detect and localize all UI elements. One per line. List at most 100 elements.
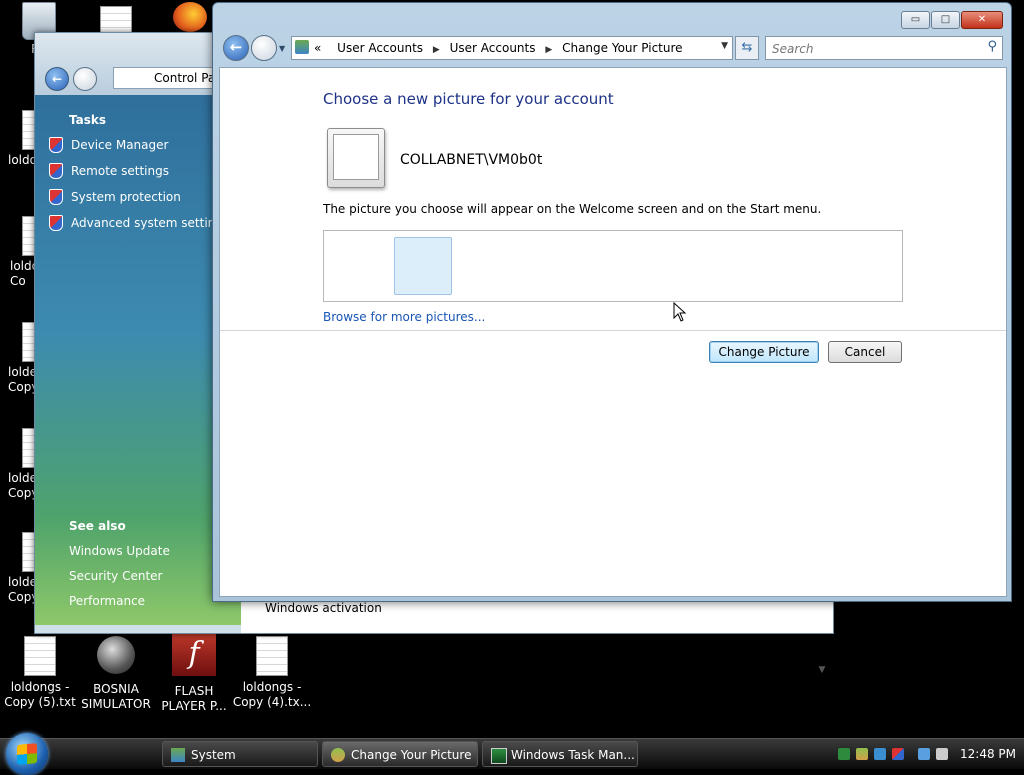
mouse-cursor-icon — [673, 302, 687, 322]
avatar-frame — [333, 134, 379, 180]
page-title: Choose a new picture for your account — [323, 90, 614, 108]
user-accounts-tray-icon[interactable] — [856, 748, 868, 760]
description-text: The picture you choose will appear on th… — [323, 202, 822, 216]
desktop-icon-stub[interactable]: loldo Co — [0, 216, 34, 289]
address-bar[interactable]: « User Accounts ▶ User Accounts ▶ Change… — [291, 36, 733, 60]
recent-pages-dropdown-icon[interactable]: ▼ — [279, 44, 285, 53]
desktop-icon-label: lolde Copy — [8, 575, 34, 604]
display-tray-icon[interactable] — [918, 748, 930, 760]
picture-gallery — [323, 230, 903, 302]
taskbar-button-task-manager[interactable]: Windows Task Man... — [482, 741, 638, 767]
user-accounts-icon — [295, 40, 309, 54]
see-also-windows-update[interactable]: Windows Update — [69, 544, 170, 558]
task-system-protection[interactable]: System protection — [49, 189, 181, 205]
username: COLLABNET\VM0b0t — [400, 152, 543, 168]
window-controls: ▭ □ ✕ — [901, 11, 1003, 29]
text-file-icon — [256, 636, 288, 676]
text-file-icon — [22, 322, 34, 362]
tasks-header: Tasks — [69, 113, 107, 127]
desktop-icon-stub[interactable]: lolde Copy — [0, 428, 34, 501]
windows-activation-heading: Windows activation — [265, 601, 382, 615]
main-content: Choose a new picture for your account CO… — [219, 67, 1007, 597]
desktop-icon-stub[interactable]: loldo — [0, 110, 34, 168]
taskbar-button-system[interactable]: System — [162, 741, 318, 767]
shield-icon — [49, 215, 63, 231]
taskbar-button-label: System — [191, 748, 236, 762]
divider — [220, 330, 1006, 331]
desktop-icon-label: BOSNIA SIMULATOR — [81, 682, 151, 711]
close-button[interactable]: ✕ — [961, 11, 1003, 29]
change-picture-window: ▭ □ ✕ ← ▼ « User Accounts ▶ User Account… — [212, 2, 1012, 602]
desktop-icon-loldongs-4[interactable]: loldongs - Copy (4).tx... — [232, 636, 312, 710]
chevron-right-icon[interactable]: ▶ — [545, 45, 552, 55]
search-box: ⚲ — [765, 36, 1003, 60]
see-also-performance[interactable]: Performance — [69, 594, 145, 608]
chevron-right-icon[interactable]: ▶ — [433, 45, 440, 55]
firefox-icon — [173, 2, 207, 32]
search-input[interactable] — [770, 39, 974, 59]
maximize-button[interactable]: □ — [931, 11, 960, 29]
breadcrumb-user-accounts[interactable]: User Accounts — [337, 41, 423, 55]
desktop-icon-stub[interactable]: lolde Copy — [0, 322, 34, 395]
change-picture-button[interactable]: Change Picture — [709, 341, 819, 363]
shield-icon — [49, 137, 63, 153]
breadcrumb-user-accounts-2[interactable]: User Accounts — [450, 41, 536, 55]
task-remote-settings[interactable]: Remote settings — [49, 163, 169, 179]
chevron-down-icon[interactable]: ▼ — [721, 41, 728, 51]
green-app-tray-icon[interactable] — [838, 748, 850, 760]
task-label: Device Manager — [71, 138, 169, 152]
address-text: Control Par — [154, 71, 221, 85]
bosnia-simulator-icon — [97, 636, 135, 674]
text-file-icon — [22, 110, 34, 150]
picture-tile[interactable] — [394, 237, 452, 295]
breadcrumb: « User Accounts ▶ User Accounts ▶ Change… — [314, 41, 683, 55]
taskbar-button-label: Windows Task Man... — [511, 748, 635, 762]
see-also-security-center[interactable]: Security Center — [69, 569, 162, 583]
system-tray: 12:48 PM — [838, 741, 1024, 767]
minimize-button[interactable]: ▭ — [901, 11, 930, 29]
desktop-icon-stub[interactable]: lolde Copy — [0, 532, 34, 605]
taskbar-button-label: Change Your Picture — [351, 748, 472, 762]
avatar — [327, 128, 385, 188]
task-label: Remote settings — [71, 164, 169, 178]
task-advanced-system-settings[interactable]: Advanced system settings — [49, 215, 229, 231]
desktop-icon-bosnia-simulator[interactable]: BOSNIA SIMULATOR — [76, 636, 156, 712]
refresh-button[interactable]: ⇆ — [735, 36, 759, 60]
flash-player-icon: f — [172, 632, 216, 676]
task-label: Advanced system settings — [71, 216, 230, 230]
system-icon — [171, 748, 185, 762]
text-file-icon — [22, 428, 34, 468]
text-file-icon — [22, 532, 34, 572]
text-file-icon — [24, 636, 56, 676]
forward-button[interactable] — [251, 35, 277, 61]
desktop-icon-label: FLASH PLAYER P... — [161, 684, 227, 713]
desktop-icon-loldongs-5[interactable]: loldongs - Copy (5).txt — [0, 636, 80, 710]
desktop-icon-label: loldongs - Copy (4).tx... — [232, 680, 312, 709]
cancel-button[interactable]: Cancel — [828, 341, 902, 363]
browse-pictures-link[interactable]: Browse for more pictures... — [323, 310, 485, 324]
desktop-icon-label: lolde Copy — [8, 471, 34, 500]
desktop-icon-label: loldo — [8, 153, 34, 167]
task-label: System protection — [71, 190, 181, 204]
breadcrumb-change-picture[interactable]: Change Your Picture — [562, 41, 682, 55]
volume-muted-icon[interactable] — [936, 748, 948, 760]
forward-button[interactable] — [73, 67, 97, 91]
task-device-manager[interactable]: Device Manager — [49, 137, 168, 153]
back-button[interactable]: ← — [45, 67, 69, 91]
task-manager-icon — [491, 748, 507, 764]
text-file-icon — [22, 216, 34, 256]
desktop-icon-label: lolde Copy — [8, 365, 34, 394]
start-button[interactable] — [6, 733, 48, 775]
desktop-icon-label: loldo Co — [10, 259, 34, 288]
back-button[interactable]: ← — [223, 35, 249, 61]
clock[interactable]: 12:48 PM — [960, 747, 1016, 761]
breadcrumb-overflow-icon[interactable]: « — [314, 41, 321, 55]
desktop-icon-label: loldongs - Copy (5).txt — [4, 680, 76, 709]
desktop-icon-flash-player[interactable]: f FLASH PLAYER P... — [154, 632, 234, 714]
taskbar-button-change-picture[interactable]: Change Your Picture — [322, 741, 478, 767]
network-tray-icon[interactable] — [874, 748, 886, 760]
search-icon[interactable]: ⚲ — [987, 39, 997, 54]
security-tray-icon[interactable] — [892, 748, 904, 760]
scroll-down-icon[interactable]: ▼ — [815, 665, 829, 685]
taskbar: System Change Your Picture Windows Task … — [0, 733, 1024, 775]
